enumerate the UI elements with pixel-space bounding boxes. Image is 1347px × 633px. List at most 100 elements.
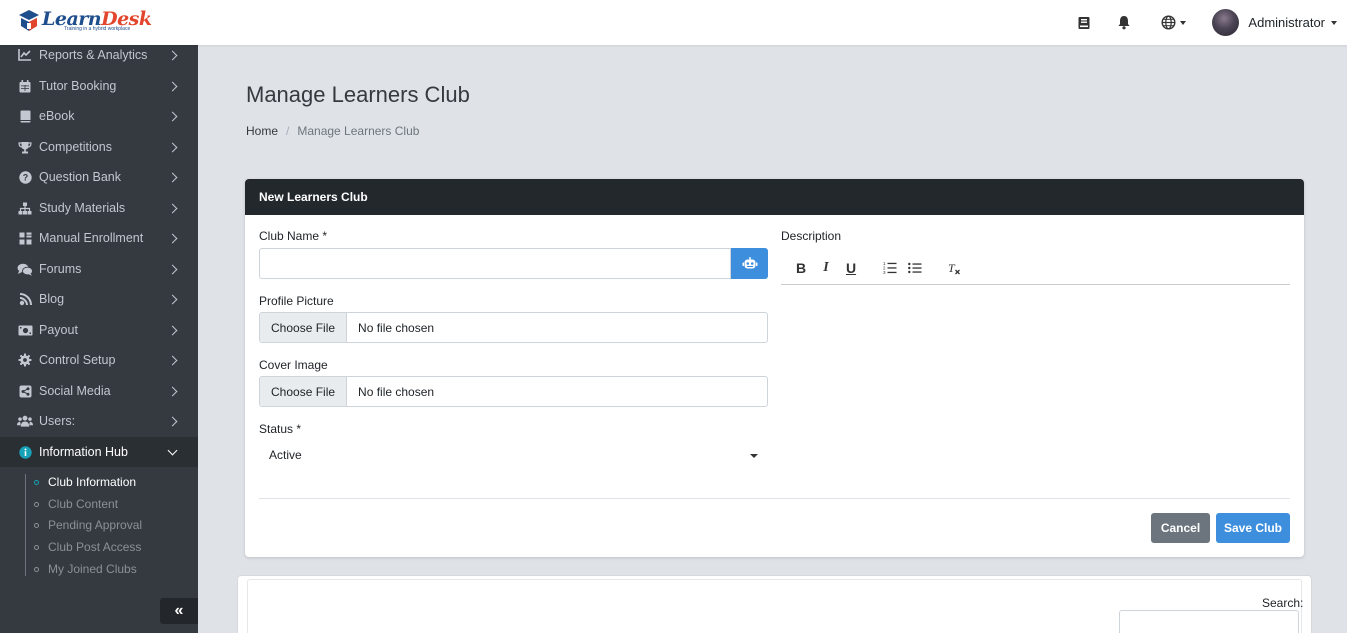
chevron-right-icon [167,111,178,121]
circle-icon [34,501,39,507]
chart-icon [17,47,33,63]
globe-icon [1161,15,1176,30]
sitemap-icon [17,200,33,216]
save-club-button[interactable]: Save Club [1216,513,1290,543]
page-title: Manage Learners Club [246,82,470,107]
clear-format-button[interactable]: T [945,259,963,277]
submenu-item-my-joined-clubs[interactable]: My Joined Clubs [34,562,137,576]
clear-format-icon: T [948,261,960,275]
submenu-item-club-post-access[interactable]: Club Post Access [34,540,141,554]
breadcrumb-separator: / [286,124,290,138]
sidebar-collapse-button[interactable]: « [160,598,198,624]
submenu-item-pending-approval[interactable]: Pending Approval [34,518,142,532]
robot-icon [742,257,757,269]
bold-button[interactable]: B [792,259,810,277]
sidebar-item-study-materials[interactable]: Study Materials [0,193,198,223]
cover-image-label: Cover Image [259,358,328,372]
sidebar-item-social-media[interactable]: Social Media [0,376,198,406]
sidebar-item-label: Blog [39,292,65,306]
bullet-list-icon [908,262,922,273]
file-status: No file chosen [358,384,435,399]
profile-picture-file-input[interactable]: Choose File No file chosen [259,312,768,343]
chevron-right-icon [167,50,178,60]
underline-button[interactable]: U [842,259,860,277]
sidebar-item-payout[interactable]: Payout [0,315,198,345]
user-avatar[interactable] [1212,9,1240,36]
choose-file-button[interactable]: Choose File [260,313,348,342]
sidebar-item-manual-enrollment[interactable]: Manual Enrollment [0,223,198,253]
sidebar-item-users[interactable]: Users: [0,406,198,436]
choose-file-button[interactable]: Choose File [260,377,348,406]
sidebar-item-label: Forums [39,262,82,276]
ai-generate-button[interactable] [731,248,768,279]
italic-button[interactable]: I [817,259,835,277]
description-editor-toolbar: B I U 123 T [781,251,1290,285]
sidebar-item-reports-analytics[interactable]: Reports & Analytics [0,45,198,70]
svg-text:T: T [948,261,956,275]
new-club-form-card: New Learners Club Club Name * Profile Pi… [245,179,1304,557]
sidebar-item-ebook[interactable]: eBook [0,101,198,131]
money-icon [17,322,33,338]
cover-image-file-input[interactable]: Choose File No file chosen [259,376,768,407]
double-chevron-left-icon: « [174,602,184,619]
svg-text:?: ? [22,172,28,182]
sidebar-item-label: Control Setup [39,353,116,367]
circle-icon [34,544,39,550]
chevron-right-icon [167,233,178,243]
sidebar-item-tutor-booking[interactable]: Tutor Booking [0,71,198,101]
book-icon[interactable] [1076,15,1092,31]
chevron-right-icon [167,294,178,304]
search-input[interactable] [1119,610,1299,633]
search-label: Search: [1262,596,1304,610]
sidebar-item-competitions[interactable]: Competitions [0,132,198,162]
sidebar-item-label: Information Hub [39,445,128,459]
chevron-right-icon [167,81,178,91]
sidebar-item-question-bank[interactable]: ? Question Bank [0,162,198,192]
club-name-group [259,248,768,279]
chevron-right-icon [167,142,178,152]
sidebar-item-label: Reports & Analytics [39,48,148,62]
sidebar-item-label: Competitions [39,140,112,154]
sidebar-item-control-setup[interactable]: Control Setup [0,345,198,375]
profile-picture-label: Profile Picture [259,294,334,308]
status-select[interactable]: Active [259,443,768,467]
sidebar-item-label: Study Materials [39,201,126,215]
sidebar-item-label: Question Bank [39,170,121,184]
circle-icon [34,479,39,485]
card-header: New Learners Club [245,179,1304,215]
sidebar-item-label: Tutor Booking [39,79,117,93]
club-name-label: Club Name * [259,229,328,243]
cancel-button[interactable]: Cancel [1151,513,1210,543]
submenu-item-club-content[interactable]: Club Content [34,497,118,511]
sidebar-item-label: Social Media [39,384,111,398]
learndesk-logo[interactable]: LearnDesk Training in a hybrid workplace [18,9,152,33]
users-icon [17,413,33,429]
status-selected-value: Active [269,448,302,462]
breadcrumb-home-link[interactable]: Home [246,124,278,138]
bell-icon[interactable] [1116,15,1132,31]
submenu-item-club-information[interactable]: Club Information [34,475,136,489]
submenu-item-label: Club Content [48,497,119,511]
submenu-item-label: My Joined Clubs [48,562,137,576]
bullet-list-button[interactable] [906,259,924,277]
club-name-input[interactable] [259,248,731,279]
trophy-icon [17,139,33,155]
language-dropdown[interactable] [1160,15,1186,31]
circle-icon [34,522,39,528]
submenu-guide-line [25,474,26,576]
sidebar-item-blog[interactable]: Blog [0,284,198,314]
book-icon [17,108,33,124]
top-navbar: LearnDesk Training in a hybrid workplace… [0,0,1347,45]
breadcrumb-current: Manage Learners Club [297,124,420,138]
sidebar-item-forums[interactable]: Forums [0,254,198,284]
chevron-right-icon [167,325,178,335]
user-name[interactable]: Administrator [1248,15,1325,30]
caret-down-icon [750,454,758,458]
svg-text:3: 3 [883,270,886,274]
clubs-table-wrapper: Search: [247,579,1304,633]
user-menu-chevron-icon[interactable] [1331,20,1337,25]
sidebar-item-information-hub[interactable]: Information Hub [0,437,198,467]
grid-icon [17,230,33,246]
calendar-icon [17,78,33,94]
ordered-list-button[interactable]: 123 [881,259,899,277]
